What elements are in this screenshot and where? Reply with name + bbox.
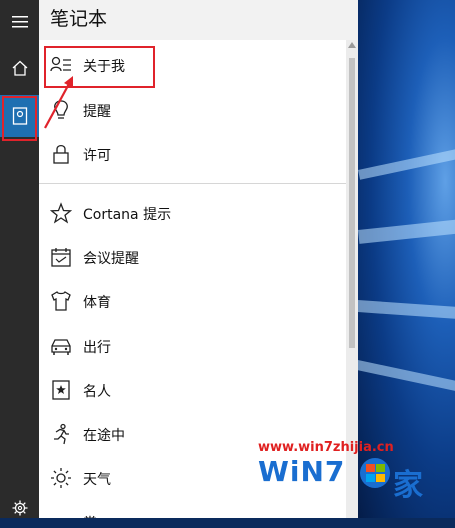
hamburger-menu-button[interactable] (0, 2, 39, 42)
cortana-side-rail (0, 0, 39, 518)
list-item-celebrities[interactable]: 名人 (39, 368, 346, 412)
scrollbar-thumb[interactable] (349, 58, 355, 348)
home-button[interactable] (0, 48, 39, 88)
list-item-label: 提醒 (83, 104, 111, 120)
list-item-label: 天气 (83, 472, 111, 488)
watermark-logo-suffix: 家 (393, 468, 423, 503)
sun-icon (51, 468, 71, 488)
list-item-meeting-reminders[interactable]: 会议提醒 (39, 235, 346, 279)
list-item-permissions[interactable]: 许可 (39, 132, 346, 176)
running-person-icon (54, 423, 69, 445)
settings-button[interactable] (0, 488, 39, 528)
list-item-reminders[interactable]: 提醒 (39, 88, 346, 132)
list-item-cortana-tips[interactable]: Cortana 提示 (39, 191, 346, 235)
list-item-label: 赏 (83, 513, 97, 518)
list-item-sports[interactable]: 体育 (39, 279, 346, 323)
annotation-arrow-icon (44, 76, 73, 129)
watermark-url: www.win7zhijia.cn (258, 440, 394, 455)
partial-icon (50, 511, 72, 518)
watermark-logo-text: WiN7 (258, 455, 346, 488)
divider (39, 183, 346, 184)
lock-icon (53, 144, 69, 164)
hamburger-menu-icon (11, 16, 28, 28)
list-item-label: 会议提醒 (83, 251, 139, 267)
calendar-icon (51, 248, 71, 267)
car-icon (51, 339, 71, 355)
list-item-label: 许可 (83, 148, 111, 164)
list-item-label: Cortana 提示 (83, 207, 172, 223)
home-icon (12, 60, 27, 76)
list-item-label: 体育 (83, 295, 111, 311)
jersey-icon (51, 291, 71, 311)
page-title: 笔记本 (50, 8, 108, 30)
list-item-label: 在途中 (83, 428, 125, 444)
list-item-label: 名人 (83, 384, 111, 400)
celebrity-star-icon (52, 380, 70, 400)
list-item-travel[interactable]: 出行 (39, 324, 346, 368)
list-item-partial[interactable]: 赏 (39, 500, 346, 518)
list-item-label: 出行 (83, 340, 111, 356)
annotation-box-notebook (2, 96, 37, 141)
scroll-up-arrow-icon[interactable] (348, 42, 356, 48)
settings-gear-icon (12, 500, 27, 516)
star-icon (50, 202, 72, 224)
windows-flag-icon (360, 458, 390, 488)
